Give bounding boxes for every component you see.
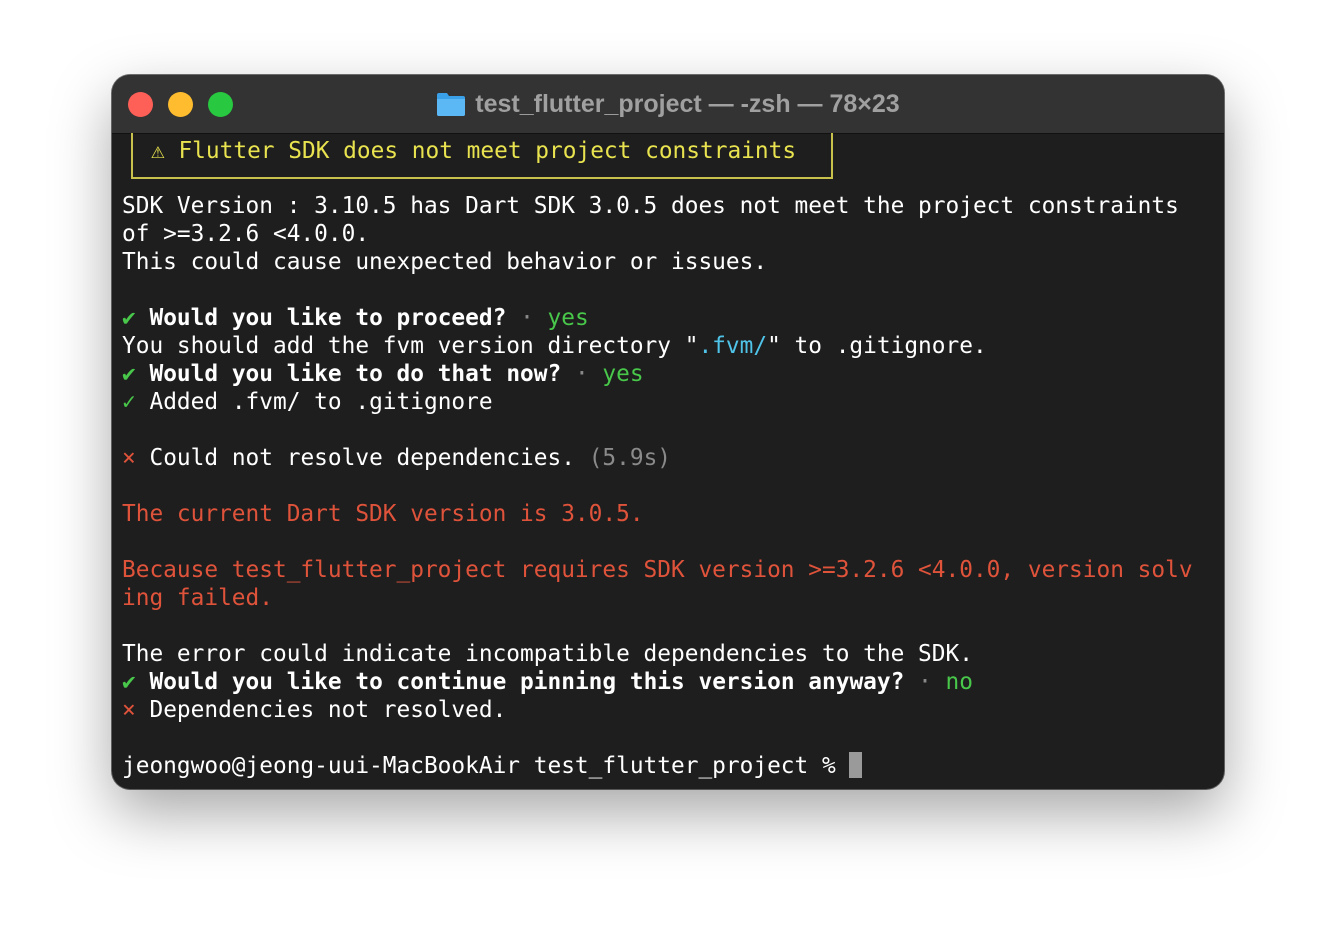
error-indicate-line: The error could indicate incompatible de… bbox=[122, 641, 973, 667]
not-resolved-line: × Dependencies not resolved. bbox=[122, 696, 506, 724]
sdk-constraint-line: of >=3.2.6 <4.0.0. bbox=[122, 221, 370, 247]
pin-question: Would you like to continue pinning this … bbox=[149, 669, 905, 695]
resolve-failed-text: Could not resolve dependencies. bbox=[149, 445, 575, 471]
warning-box: ⚠ Flutter SDK does not meet project cons… bbox=[131, 133, 833, 179]
not-resolved-text: Dependencies not resolved. bbox=[149, 697, 507, 723]
terminal-window: test_flutter_project — -zsh — 78×23 ⚠ Fl… bbox=[112, 75, 1224, 789]
added-line: ✓ Added .fvm/ to .gitignore bbox=[122, 388, 493, 416]
title-bar[interactable]: test_flutter_project — -zsh — 78×23 bbox=[112, 75, 1224, 134]
do-now-prompt-line: ✔ Would you like to do that now? · yes bbox=[122, 360, 644, 388]
check-icon: ✔ bbox=[122, 361, 136, 387]
error-because-wrap: ing failed. bbox=[122, 585, 273, 611]
do-now-question: Would you like to do that now? bbox=[149, 361, 562, 387]
separator-dot: · bbox=[574, 361, 589, 387]
separator-dot: · bbox=[520, 305, 534, 331]
elapsed-time: (5.9s) bbox=[588, 445, 672, 471]
shell-prompt-line[interactable]: jeongwoo@jeong-uui-MacBookAir test_flutt… bbox=[122, 752, 863, 780]
cross-icon: × bbox=[122, 445, 136, 471]
suggestion-suffix: " to .gitignore. bbox=[767, 333, 987, 359]
shell-prompt: jeongwoo@jeong-uui-MacBookAir test_flutt… bbox=[122, 753, 850, 779]
window-title: test_flutter_project — -zsh — 78×23 bbox=[475, 89, 900, 118]
resolve-failed-line: × Could not resolve dependencies. (5.9s) bbox=[122, 444, 671, 472]
terminal-output[interactable]: ⚠ Flutter SDK does not meet project cons… bbox=[122, 133, 1217, 783]
fvm-path: .fvm/ bbox=[698, 333, 768, 359]
checkmark-icon: ✓ bbox=[122, 389, 136, 415]
proceed-answer: yes bbox=[547, 305, 589, 331]
pin-prompt-line: ✔ Would you like to continue pinning thi… bbox=[122, 668, 973, 696]
proceed-question: Would you like to proceed? bbox=[149, 305, 507, 331]
error-because-line: Because test_flutter_project requires SD… bbox=[122, 557, 1193, 583]
warning-text: ⚠ Flutter SDK does not meet project cons… bbox=[151, 138, 797, 164]
pin-answer: no bbox=[945, 669, 973, 695]
error-current-sdk: The current Dart SDK version is 3.0.5. bbox=[122, 501, 644, 527]
cross-icon: × bbox=[122, 697, 136, 723]
sdk-warning-line: This could cause unexpected behavior or … bbox=[122, 249, 768, 275]
gitignore-suggestion-line: You should add the fvm version directory… bbox=[122, 332, 987, 360]
proceed-prompt-line: ✔ Would you like to proceed? · yes bbox=[122, 304, 589, 332]
check-icon: ✔ bbox=[122, 669, 136, 695]
window-title-area: test_flutter_project — -zsh — 78×23 bbox=[112, 75, 1224, 133]
separator-dot: · bbox=[918, 669, 932, 695]
added-text: Added .fvm/ to .gitignore bbox=[149, 389, 493, 415]
do-now-answer: yes bbox=[602, 361, 644, 387]
sdk-version-line: SDK Version : 3.10.5 has Dart SDK 3.0.5 … bbox=[122, 193, 1179, 219]
text-cursor bbox=[849, 752, 863, 778]
check-icon: ✔ bbox=[122, 305, 136, 331]
folder-icon bbox=[437, 93, 466, 116]
suggestion-prefix: You should add the fvm version directory… bbox=[122, 333, 699, 359]
